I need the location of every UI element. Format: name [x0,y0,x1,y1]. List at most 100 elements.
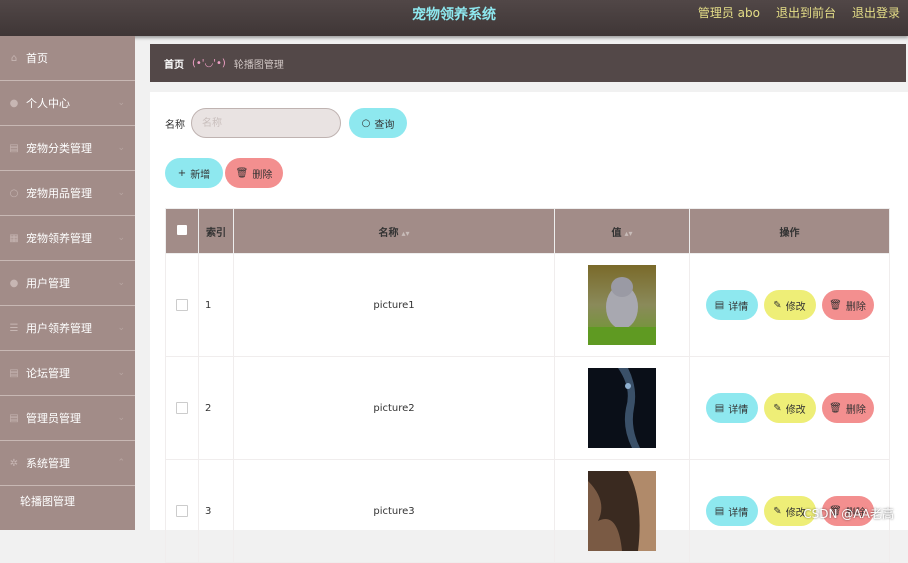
row-index: 2 [198,356,234,460]
table-row: 3 picture3 ▤ 详情 ✎ 修改 🗑 删除 [165,459,890,563]
detail-label: 详情 [728,404,749,416]
chevron-down-icon: ⌄ [117,188,125,198]
document-icon: ▤ [9,412,19,424]
row-image-cell [554,459,690,563]
breadcrumb-emoticon: (•'◡'•) [192,57,226,69]
edit-icon: ✎ [773,299,782,311]
col-value-label: 值 [611,227,622,239]
chevron-down-icon: ⌄ [117,323,125,333]
detail-button[interactable]: ▤ 详情 [705,496,758,526]
sidebar-item-label: 首页 [26,52,48,65]
delete-button[interactable]: 🗑 删除 [821,393,874,423]
sidebar-item-label: 论坛管理 [26,367,70,380]
action-toolbar: + 新增 🗑 删除 [165,158,283,188]
search-label: 名称 [165,119,185,131]
edit-button[interactable]: ✎ 修改 [763,393,816,423]
user-icon: ● [9,277,19,289]
document-icon: ▤ [714,402,725,414]
edit-icon: ✎ [773,505,782,517]
chevron-up-icon: ⌃ [117,458,125,468]
sidebar-item-pet-category[interactable]: ▤ 宠物分类管理 ⌄ [0,126,135,171]
sidebar-item-label: 系统管理 [26,457,70,470]
row-checkbox[interactable] [176,402,188,414]
sidebar-item-label: 用户管理 [26,277,70,290]
bulk-delete-button[interactable]: 🗑 删除 [225,158,283,188]
sidebar-item-pet-adoption[interactable]: ▦ 宠物领养管理 ⌄ [0,216,135,261]
edit-label: 修改 [785,404,806,416]
chevron-down-icon: ⌄ [117,278,125,288]
row-index: 3 [198,459,234,563]
col-name-label: 名称 [378,227,399,239]
table-header-row: 索引 名称 ▴▾ 值 ▴▾ 操作 [165,208,890,254]
add-button-label: 新增 [190,169,211,181]
admin-name: 管理员 abo [697,6,760,20]
trash-icon: 🗑 [829,299,842,311]
detail-button[interactable]: ▤ 详情 [705,393,758,423]
document-icon: ▤ [714,299,725,311]
logout-link[interactable]: 退出登录 [852,4,900,21]
row-ops-cell: ▤ 详情 ✎ 修改 🗑 删除 [689,253,890,357]
search-input[interactable] [191,108,341,138]
table-row: 2 picture2 ▤ 详情 ✎ 修改 🗑 删除 [165,356,890,460]
grid-icon: ▦ [9,232,19,244]
user-icon: ● [9,97,19,109]
sidebar-item-forum[interactable]: ▤ 论坛管理 ⌄ [0,351,135,396]
add-button[interactable]: + 新增 [165,158,223,188]
col-index: 索引 [198,208,234,254]
row-checkbox[interactable] [176,299,188,311]
detail-button[interactable]: ▤ 详情 [705,290,758,320]
search-icon: ○ [361,117,371,129]
delete-button-label: 删除 [252,169,273,181]
search-button[interactable]: ○ 查询 [349,108,407,138]
chevron-down-icon: ⌄ [117,143,125,153]
fur-image [588,471,656,551]
chevron-down-icon: ⌄ [117,98,125,108]
row-name: picture1 [233,253,555,357]
sidebar-item-admins[interactable]: ▤ 管理员管理 ⌄ [0,396,135,441]
sidebar-item-profile[interactable]: ● 个人中心 ⌄ [0,81,135,126]
carousel-table: 索引 名称 ▴▾ 值 ▴▾ 操作 1 picture1 ▤ 详情 ✎ 修改 🗑 … [165,208,890,563]
edit-button[interactable]: ✎ 修改 [763,290,816,320]
sidebar-item-pet-supplies[interactable]: ○ 宠物用品管理 ⌄ [0,171,135,216]
list-icon: ☰ [9,322,19,334]
row-select-cell [165,459,199,563]
select-all-checkbox[interactable] [177,224,187,235]
sidebar-item-label: 宠物用品管理 [26,187,92,200]
sidebar-item-label: 管理员管理 [26,412,81,425]
row-name: picture2 [233,356,555,460]
search-button-label: 查询 [374,119,395,131]
col-value[interactable]: 值 ▴▾ [554,208,690,254]
edit-icon: ✎ [773,402,782,414]
gear-icon: ✲ [9,457,19,469]
row-name: picture3 [233,459,555,563]
row-checkbox[interactable] [176,505,188,517]
row-image-cell [554,356,690,460]
row-select-cell [165,253,199,357]
detail-label: 详情 [728,301,749,313]
top-header: 宠物领养系统 管理员 abo 退出到前台 退出登录 [0,0,908,36]
document-icon: ▤ [714,505,725,517]
plus-icon: + [177,167,187,179]
col-operations: 操作 [689,208,890,254]
breadcrumb-home[interactable]: 首页 [164,56,184,71]
sidebar-item-home[interactable]: ⌂ 首页 [0,36,135,81]
sidebar-item-users[interactable]: ● 用户管理 ⌄ [0,261,135,306]
document-icon: ▤ [9,142,19,154]
delete-button[interactable]: 🗑 删除 [821,290,874,320]
sidebar-subitem-carousel[interactable]: 轮播图管理 [0,486,135,516]
front-page-link[interactable]: 退出到前台 [776,4,836,21]
row-select-cell [165,356,199,460]
breadcrumb: 首页 (•'◡'•) 轮播图管理 [150,44,906,82]
sort-icon: ▴▾ [624,228,633,238]
edit-label: 修改 [785,301,806,313]
sidebar-item-system[interactable]: ✲ 系统管理 ⌃ [0,441,135,486]
col-name[interactable]: 名称 ▴▾ [233,208,555,254]
sort-icon: ▴▾ [401,228,410,238]
row-ops-cell: ▤ 详情 ✎ 修改 🗑 删除 [689,356,890,460]
sidebar: ⌂ 首页 ● 个人中心 ⌄ ▤ 宠物分类管理 ⌄ ○ 宠物用品管理 ⌄ ▦ 宠物… [0,36,135,530]
table-row: 1 picture1 ▤ 详情 ✎ 修改 🗑 删除 [165,253,890,357]
circle-icon: ○ [9,187,19,199]
sidebar-item-label: 宠物分类管理 [26,142,92,155]
sidebar-item-user-adoption[interactable]: ☰ 用户领养管理 ⌄ [0,306,135,351]
chevron-down-icon: ⌄ [117,233,125,243]
